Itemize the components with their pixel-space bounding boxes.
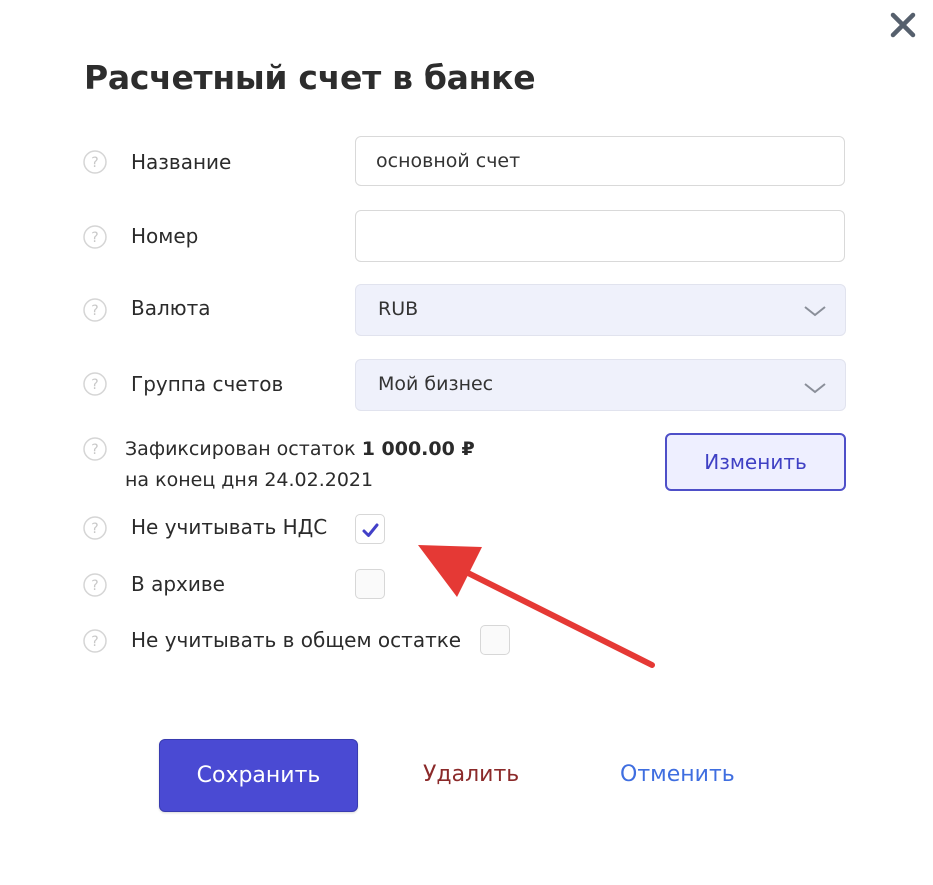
cancel-button[interactable]: Отменить — [620, 762, 735, 787]
number-label: Номер — [131, 224, 199, 248]
archived-label: В архиве — [131, 572, 225, 596]
group-select[interactable]: Мой бизнес — [355, 359, 846, 411]
group-label: Группа счетов — [131, 372, 284, 396]
help-icon[interactable]: ? — [83, 225, 107, 249]
svg-text:?: ? — [91, 578, 98, 594]
help-icon[interactable]: ? — [83, 298, 107, 322]
name-label: Название — [131, 150, 232, 174]
currency-label: Валюта — [131, 296, 211, 320]
help-icon[interactable]: ? — [83, 150, 107, 174]
svg-text:?: ? — [91, 634, 98, 650]
balance-date: на конец дня 24.02.2021 — [125, 469, 374, 491]
delete-button[interactable]: Удалить — [423, 762, 519, 787]
exclude-vat-label: Не учитывать НДС — [131, 515, 328, 539]
change-balance-button[interactable]: Изменить — [665, 433, 846, 491]
svg-text:?: ? — [91, 521, 98, 537]
help-icon[interactable]: ? — [83, 516, 107, 540]
save-button[interactable]: Сохранить — [159, 739, 358, 812]
exclude-vat-checkbox[interactable] — [355, 514, 385, 544]
svg-text:?: ? — [91, 155, 98, 171]
help-icon[interactable]: ? — [83, 437, 107, 461]
exclude-total-checkbox[interactable] — [480, 625, 510, 655]
help-icon[interactable]: ? — [83, 629, 107, 653]
checkmark-icon — [362, 523, 379, 537]
number-input[interactable] — [355, 210, 845, 262]
exclude-total-label: Не учитывать в общем остатке — [131, 628, 462, 652]
svg-text:?: ? — [91, 442, 98, 458]
currency-select[interactable]: RUB — [355, 284, 846, 336]
name-input[interactable] — [355, 136, 845, 186]
svg-text:?: ? — [91, 230, 98, 246]
balance-prefix: Зафиксирован остаток — [125, 438, 356, 460]
archived-checkbox[interactable] — [355, 569, 385, 599]
balance-amount: 1 000.00 ₽ — [361, 438, 475, 460]
chevron-down-icon — [803, 302, 827, 318]
chevron-down-icon — [803, 379, 827, 395]
help-icon[interactable]: ? — [83, 372, 107, 396]
dialog-title: Расчетный счет в банке — [84, 58, 536, 97]
svg-text:?: ? — [91, 303, 98, 319]
group-value: Мой бизнес — [378, 373, 494, 395]
help-icon[interactable]: ? — [83, 573, 107, 597]
balance-info: Зафиксирован остаток 1 000.00 ₽ на конец… — [125, 434, 475, 496]
currency-value: RUB — [378, 298, 419, 320]
svg-text:?: ? — [91, 377, 98, 393]
close-icon[interactable] — [888, 10, 918, 40]
